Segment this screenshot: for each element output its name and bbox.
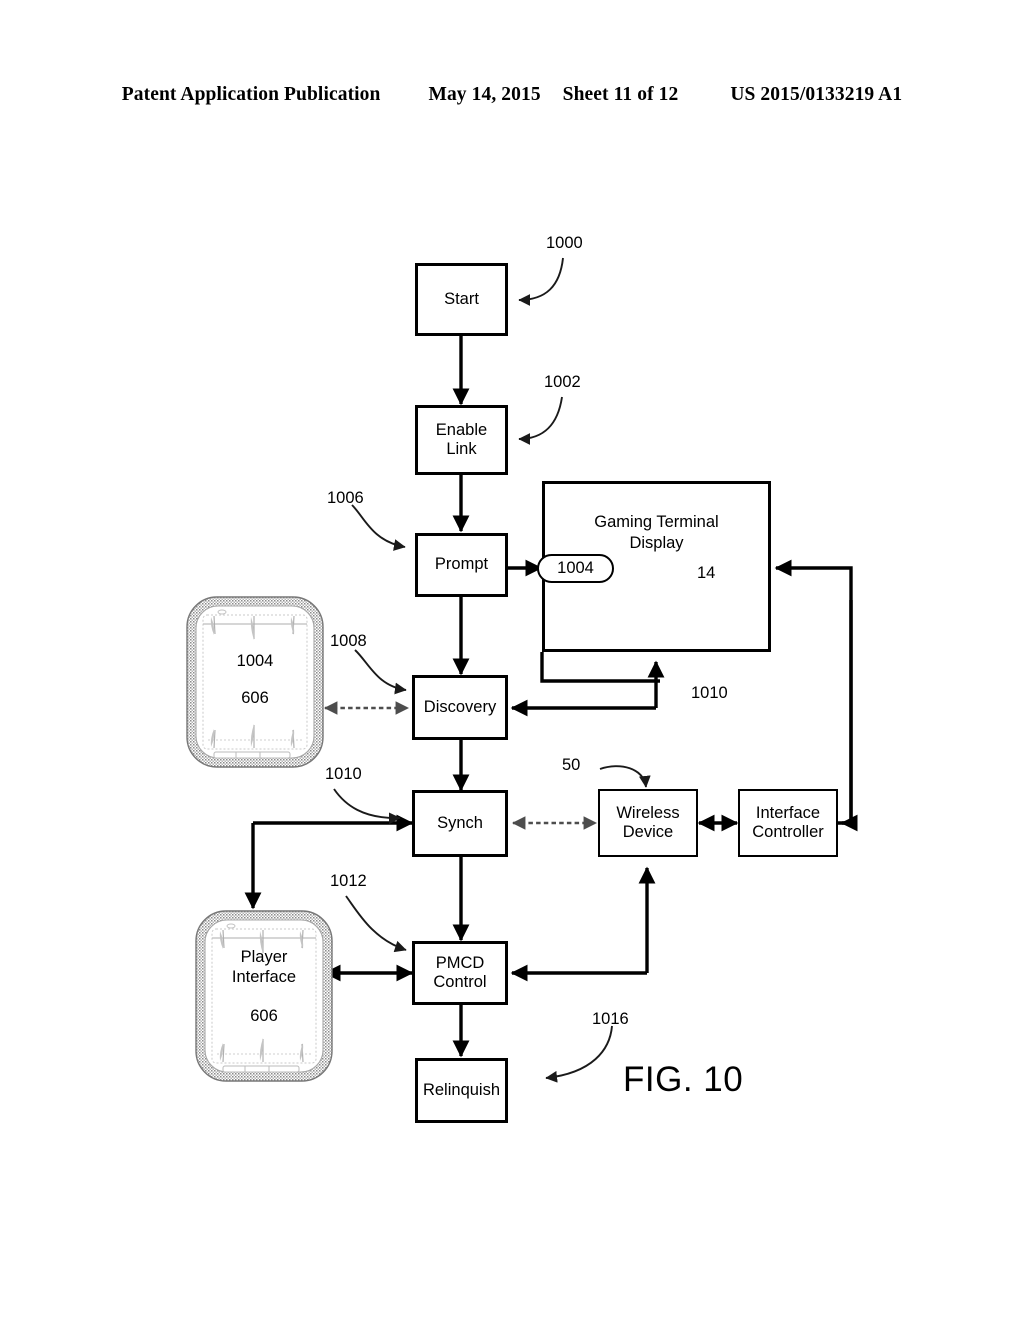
node-prompt[interactable]: Prompt	[415, 533, 508, 597]
ref-1008: 1008	[330, 632, 367, 650]
node-wireless-device-label: Wireless Device	[616, 803, 680, 841]
pmcd-device-bottom-line1: Player Interface	[231, 948, 297, 986]
node-enable-link-label: Enable Link	[435, 420, 488, 458]
node-start[interactable]: Start	[415, 263, 508, 336]
patent-sheet: Patent Application Publication May 14, 2…	[0, 0, 1024, 1320]
ref-1000: 1000	[546, 234, 583, 252]
gaming-terminal-display-number: 14	[697, 564, 716, 582]
gaming-terminal-display-title: Gaming Terminal Display	[594, 513, 719, 552]
ref-1016: 1016	[592, 1010, 629, 1028]
node-enable-link[interactable]: Enable Link	[415, 405, 508, 475]
node-wireless-device[interactable]: Wireless Device	[598, 789, 698, 857]
node-interface-controller-label: Interface Controller	[752, 803, 824, 841]
ref-1012: 1012	[330, 872, 367, 890]
pmcd-device-bottom-art	[195, 910, 333, 1082]
node-pmcd-control[interactable]: PMCD Control	[412, 941, 508, 1005]
node-pmcd-control-label: PMCD Control	[433, 953, 487, 991]
pmcd-device-bottom[interactable]: Player Interface 606	[193, 908, 335, 1084]
node-interface-controller[interactable]: Interface Controller	[738, 789, 838, 857]
node-prompt-label: Prompt	[434, 555, 489, 574]
pmcd-device-top[interactable]: 1004 606	[184, 594, 326, 770]
node-relinquish-label: Relinquish	[422, 1080, 501, 1099]
pmcd-device-top-line2: 606	[241, 689, 269, 707]
node-discovery-label: Discovery	[423, 697, 497, 716]
gaming-terminal-pill-1004[interactable]: 1004	[537, 554, 614, 583]
node-start-label: Start	[444, 289, 479, 308]
ref-50: 50	[562, 756, 581, 774]
node-synch[interactable]: Synch	[412, 790, 508, 857]
ref-1002: 1002	[544, 373, 581, 391]
node-synch-label: Synch	[437, 813, 483, 832]
ref-1010-synch: 1010	[325, 765, 362, 783]
pmcd-device-top-art	[186, 596, 324, 768]
pmcd-device-bottom-line2: 606	[250, 1007, 278, 1025]
ref-1010-discovery: 1010	[691, 684, 728, 702]
ref-1006: 1006	[327, 489, 364, 507]
figure-10: Start Enable Link Prompt Discovery Synch …	[0, 0, 1024, 1320]
node-discovery[interactable]: Discovery	[412, 675, 508, 740]
node-relinquish[interactable]: Relinquish	[415, 1058, 508, 1123]
flowchart-connectors	[244, 257, 858, 1083]
gaming-terminal-pill-label: 1004	[557, 559, 594, 577]
figure-caption: FIG. 10	[623, 1060, 744, 1099]
pmcd-device-top-line1: 1004	[236, 652, 274, 670]
